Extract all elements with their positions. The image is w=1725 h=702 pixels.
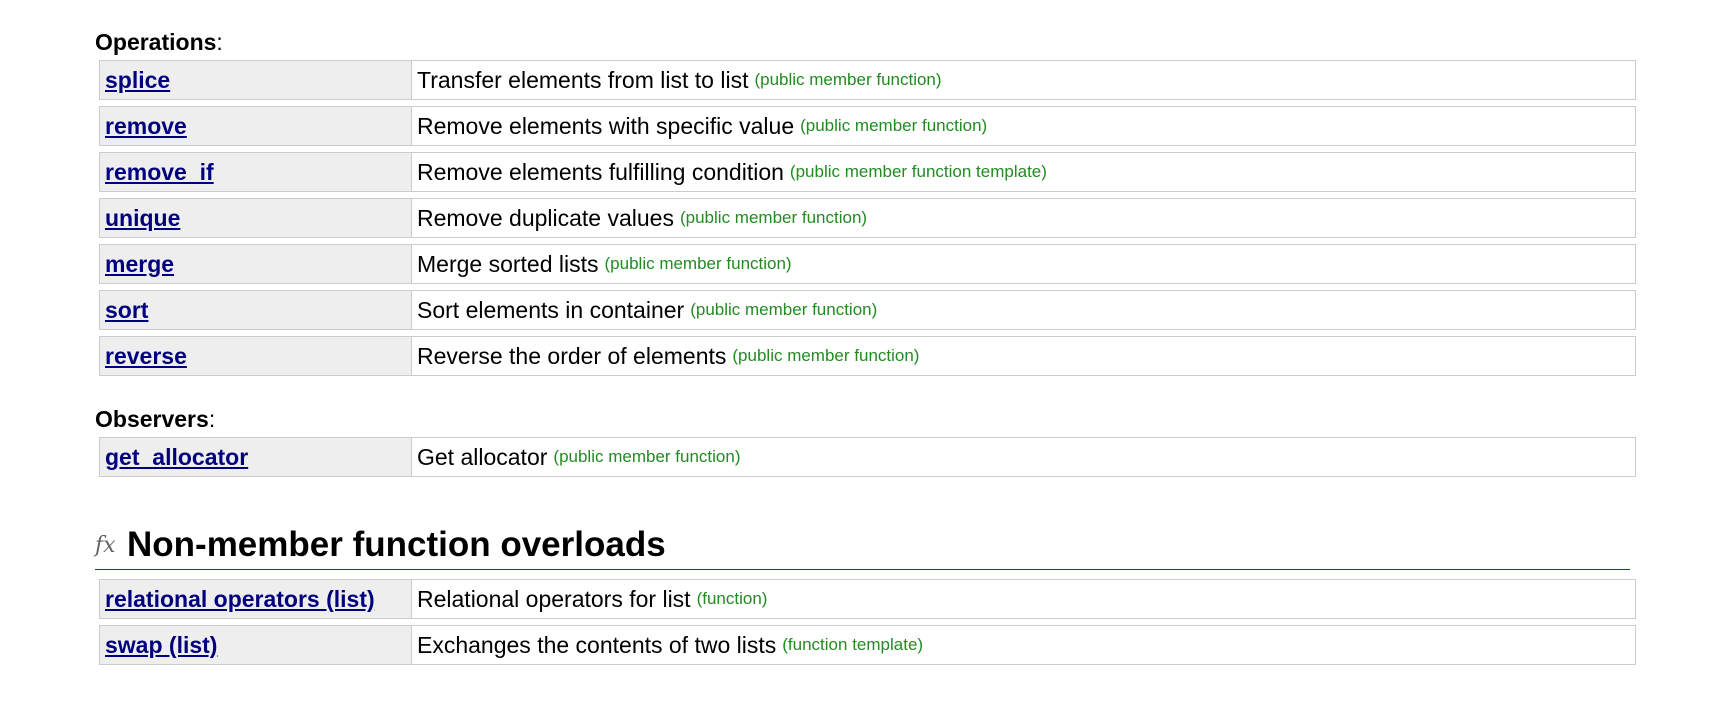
- nonmember-table: relational operators (list) Relational o…: [99, 579, 1636, 665]
- member-description: Transfer elements from list to list: [417, 66, 749, 93]
- member-link-get-allocator[interactable]: get_allocator: [105, 444, 248, 471]
- table-row: remove Remove elements with specific val…: [99, 106, 1636, 146]
- member-kind: (public member function): [690, 300, 878, 319]
- member-description: Merge sorted lists: [417, 250, 599, 277]
- member-description-cell: Relational operators for list (function): [412, 580, 1635, 618]
- member-description: Sort elements in container: [417, 296, 685, 323]
- member-description-cell: Reverse the order of elements (public mem…: [412, 337, 1635, 375]
- member-link-unique[interactable]: unique: [105, 205, 180, 232]
- table-row: relational operators (list) Relational o…: [99, 579, 1636, 619]
- observers-label: Observers:: [95, 406, 216, 432]
- member-description-cell: Remove elements fulfilling condition (pub…: [412, 153, 1635, 191]
- nonmember-title: Non-member function overloads: [127, 525, 666, 564]
- member-description-cell: Sort elements in container (public member…: [412, 291, 1635, 329]
- member-kind: (public member function template): [789, 162, 1047, 181]
- member-description: Relational operators for list: [417, 585, 691, 612]
- member-kind: (public member function): [754, 70, 942, 89]
- member-description-cell: Get allocator (public member function): [412, 438, 1635, 476]
- nonmember-heading: fx Non-member function overloads: [95, 521, 1630, 570]
- member-name-cell: merge: [100, 245, 412, 283]
- member-name-cell: remove: [100, 107, 412, 145]
- member-kind: (public member function): [604, 254, 792, 273]
- member-description: Remove elements with specific value: [417, 112, 795, 139]
- member-name-cell: splice: [100, 61, 412, 99]
- member-link-remove[interactable]: remove: [105, 113, 187, 140]
- table-row: merge Merge sorted lists (public member f…: [99, 244, 1636, 284]
- member-kind: (public member function): [679, 208, 868, 227]
- member-link-remove-if[interactable]: remove_if: [105, 159, 214, 186]
- member-link-reverse[interactable]: reverse: [105, 343, 187, 370]
- member-description-cell: Transfer elements from list to list (publ…: [412, 61, 1635, 99]
- member-description-cell: Exchanges the contents of two lists (func…: [412, 626, 1635, 664]
- member-description-cell: Remove elements with specific value (publ…: [412, 107, 1635, 145]
- table-row: unique Remove duplicate values (public me…: [99, 198, 1636, 238]
- table-row: reverse Reverse the order of elements (pu…: [99, 336, 1636, 376]
- member-name-cell: remove_if: [100, 153, 412, 191]
- member-name-cell: unique: [100, 199, 412, 237]
- member-link-sort[interactable]: sort: [105, 297, 148, 324]
- table-row: get_allocator Get allocator (public membe…: [99, 437, 1636, 477]
- table-row: splice Transfer elements from list to li…: [99, 60, 1636, 100]
- member-kind: (public member function): [800, 116, 988, 135]
- member-link-splice[interactable]: splice: [105, 67, 170, 94]
- observers-table: get_allocator Get allocator (public membe…: [99, 437, 1636, 477]
- member-link-merge[interactable]: merge: [105, 251, 174, 278]
- member-name-cell: sort: [100, 291, 412, 329]
- member-kind: (public member function): [732, 346, 920, 365]
- member-kind: (function): [696, 589, 768, 608]
- table-row: remove_if Remove elements fulfilling con…: [99, 152, 1636, 192]
- member-description: Remove duplicate values: [417, 204, 674, 231]
- member-description: Remove elements fulfilling condition: [417, 158, 784, 185]
- member-description: Get allocator: [417, 443, 548, 470]
- table-row: sort Sort elements in container (public m…: [99, 290, 1636, 330]
- operations-table: splice Transfer elements from list to li…: [99, 60, 1636, 376]
- member-name-cell: relational operators (list): [100, 580, 412, 618]
- member-description-cell: Remove duplicate values (public member fu…: [412, 199, 1635, 237]
- member-link-relational-operators[interactable]: relational operators (list): [105, 586, 375, 613]
- member-name-cell: get_allocator: [100, 438, 412, 476]
- member-description-cell: Merge sorted lists (public member functio…: [412, 245, 1635, 283]
- table-row: swap (list) Exchanges the contents of tw…: [99, 625, 1636, 665]
- fx-icon: fx: [95, 532, 116, 558]
- page-content: Operations: splice Transfer elements fro…: [95, 0, 1636, 665]
- member-kind: (function template): [782, 635, 924, 654]
- member-description: Reverse the order of elements: [417, 342, 727, 369]
- member-kind: (public member function): [553, 447, 741, 466]
- member-name-cell: swap (list): [100, 626, 412, 664]
- member-name-cell: reverse: [100, 337, 412, 375]
- member-link-swap[interactable]: swap (list): [105, 632, 217, 659]
- member-description: Exchanges the contents of two lists: [417, 631, 777, 658]
- operations-label: Operations:: [95, 29, 223, 55]
